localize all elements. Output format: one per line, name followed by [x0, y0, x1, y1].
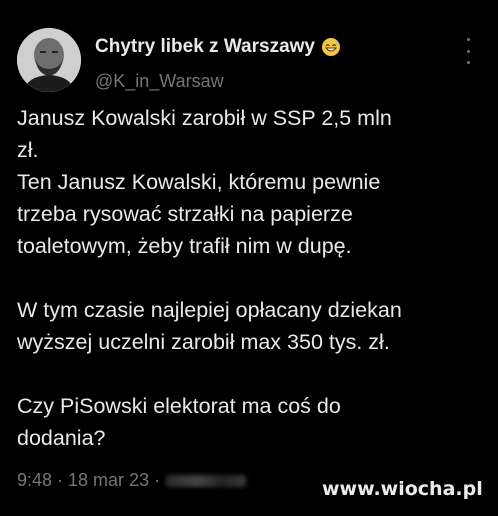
- tweet-paragraph: Czy PiSowski elektorat ma coś do dodania…: [17, 390, 487, 454]
- more-dot: [466, 38, 470, 41]
- tweet-line: Ten Janusz Kowalski, któremu pewnie: [17, 170, 381, 194]
- tweet-timestamp[interactable]: 9:48 · 18 mar 23 ·: [17, 470, 160, 490]
- tweet-text: Janusz Kowalski zarobił w SSP 2,5 mln zł…: [17, 102, 487, 454]
- blurred-view-count: [166, 475, 247, 488]
- tweet-card: Chytry libek z Warszawy @K_in_Warsaw Jan…: [0, 0, 498, 516]
- tweet-line: dodania?: [17, 426, 106, 450]
- more-dot: [466, 49, 470, 53]
- author-handle[interactable]: @K_in_Warsaw: [95, 71, 224, 92]
- avatar[interactable]: [17, 28, 81, 92]
- tweet-line: trzeba rysować strzałki na papierze: [17, 202, 353, 226]
- avatar-image: [17, 28, 81, 92]
- tweet-meta: 9:48 · 18 mar 23 ·: [17, 470, 247, 491]
- author-name-row[interactable]: Chytry libek z Warszawy: [95, 36, 341, 58]
- tweet-paragraph: W tym czasie najlepiej opłacany dziekan …: [17, 294, 487, 358]
- more-dot: [466, 61, 470, 64]
- tweet-line: W tym czasie najlepiej opłacany dziekan: [17, 298, 402, 322]
- tweet-paragraph: Janusz Kowalski zarobił w SSP 2,5 mln zł…: [17, 102, 487, 262]
- tweet-line: toaletowym, żeby trafił nim w dupę.: [17, 234, 352, 258]
- watermark: www.wiocha.pl: [322, 478, 483, 500]
- tweet-line: wyższej uczelni zarobił max 350 tys. zł.: [17, 330, 390, 354]
- tweet-line: Janusz Kowalski zarobił w SSP 2,5 mln: [17, 106, 392, 130]
- author-display-name[interactable]: Chytry libek z Warszawy: [95, 36, 315, 58]
- grinning-sweat-emoji-icon: [321, 38, 340, 56]
- more-options-icon[interactable]: [460, 38, 476, 64]
- tweet-line: Czy PiSowski elektorat ma coś do: [17, 394, 341, 418]
- tweet-line: zł.: [17, 138, 39, 162]
